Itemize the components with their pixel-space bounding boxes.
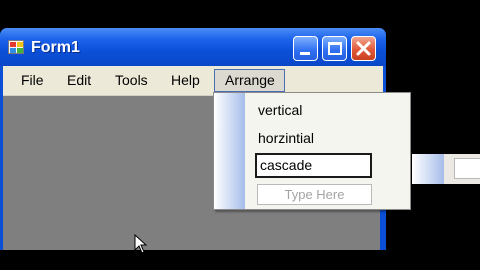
arrange-dropdown-menu: vertical horzintial cascade Type Here (213, 92, 411, 210)
close-icon (356, 41, 371, 56)
mouse-cursor-icon (134, 234, 148, 254)
screen: Form1 File Edit Tools Help Arrange verti… (0, 0, 480, 270)
title-bar[interactable]: Form1 (0, 28, 386, 66)
menu-edit[interactable]: Edit (67, 72, 91, 88)
minimize-icon (300, 52, 310, 55)
menu-image-margin (214, 93, 245, 209)
menu-arrange[interactable]: Arrange (214, 69, 285, 92)
submenu-image-margin (412, 154, 444, 184)
menu-item-edit-field[interactable]: cascade (255, 153, 372, 178)
window-title: Form1 (31, 39, 80, 56)
type-here-placeholder[interactable]: Type Here (257, 184, 372, 205)
menu-tools[interactable]: Tools (115, 72, 148, 88)
menu-item-vertical[interactable]: vertical (258, 102, 302, 118)
minimize-button[interactable] (293, 36, 318, 61)
app-window-icon[interactable] (8, 40, 24, 54)
menu-help[interactable]: Help (171, 72, 200, 88)
menu-item-horzintial[interactable]: horzintial (258, 130, 314, 146)
submenu-type-here-box[interactable] (454, 158, 480, 179)
maximize-button[interactable] (322, 36, 347, 61)
close-button[interactable] (351, 36, 376, 61)
menu-file[interactable]: File (21, 72, 44, 88)
maximize-icon (328, 42, 342, 55)
